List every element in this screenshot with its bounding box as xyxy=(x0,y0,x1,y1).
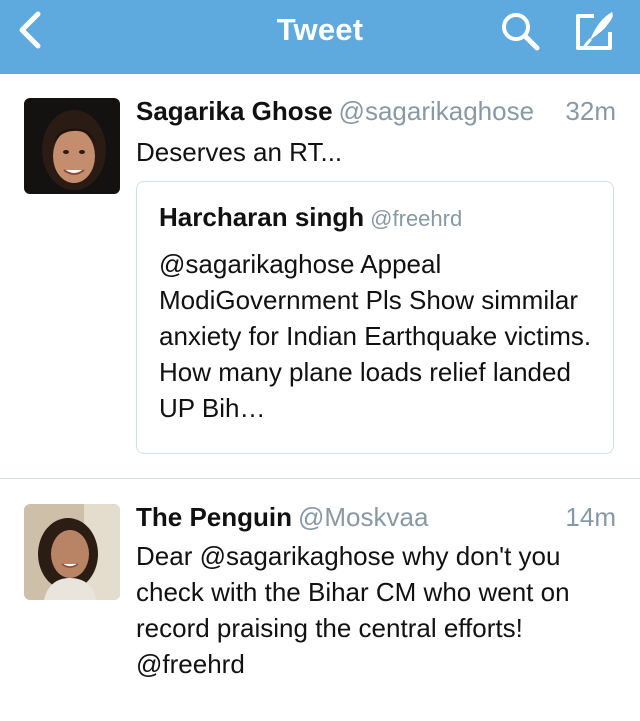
tweet-text: Deserves an RT... xyxy=(136,137,343,167)
avatar[interactable] xyxy=(24,98,120,194)
tweet-header: The Penguin @Moskvaa 14m xyxy=(136,502,616,536)
author-name[interactable]: The Penguin xyxy=(136,502,292,532)
avatar-image xyxy=(24,98,120,194)
avatar-image xyxy=(24,504,120,600)
timestamp: 32m xyxy=(565,96,616,126)
compose-button[interactable] xyxy=(572,8,620,54)
quoted-author-handle: @freehrd xyxy=(370,206,463,231)
tweet-header: Sagarika Ghose @sagarikaghose 32m xyxy=(136,96,616,130)
quoted-tweet-header: Harcharan singh @freehrd xyxy=(159,202,462,233)
author-handle[interactable]: @Moskvaa xyxy=(298,502,428,532)
tweet-text: Dear @sagarikaghose why don't you check … xyxy=(136,541,570,679)
navigation-bar: Tweet xyxy=(0,0,640,74)
author-handle[interactable]: @sagarikaghose xyxy=(339,96,535,126)
quoted-author-name: Harcharan singh xyxy=(159,202,365,232)
quoted-tweet[interactable]: Harcharan singh @freehrd @sagarikaghose A… xyxy=(136,181,614,454)
search-button[interactable] xyxy=(498,10,546,54)
quoted-tweet-text: @sagarikaghose Appeal ModiGovernment Pls… xyxy=(159,249,592,423)
avatar[interactable] xyxy=(24,504,120,600)
search-icon xyxy=(502,13,540,51)
author-name[interactable]: Sagarika Ghose xyxy=(136,96,333,126)
tweet-divider xyxy=(0,478,640,479)
timestamp: 14m xyxy=(565,502,616,532)
compose-icon xyxy=(576,12,613,50)
